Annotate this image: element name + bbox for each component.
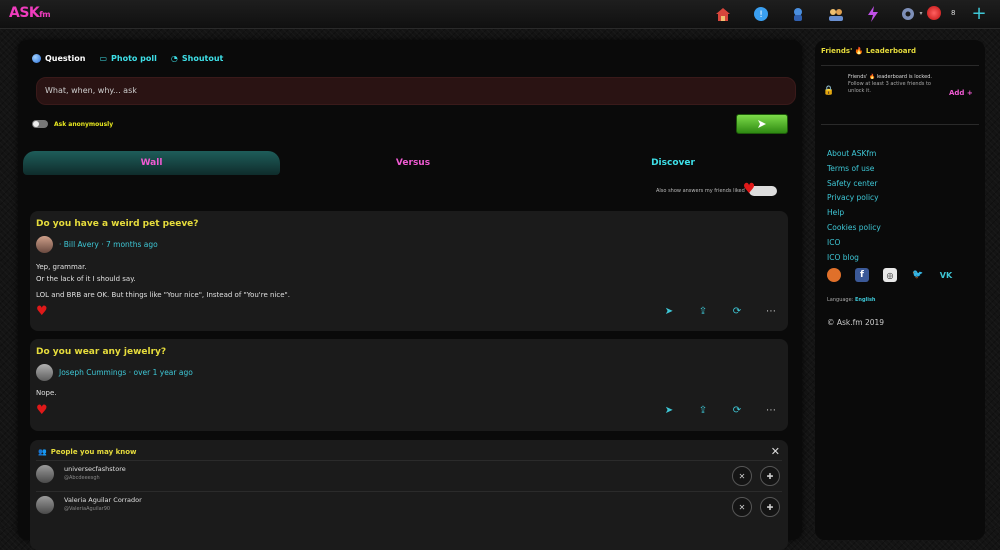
sidebar: Friends' 🔥 Leaderboard 🔒 Friends' 🔥 lead… [815,40,985,540]
tab-versus[interactable]: Versus [323,151,503,175]
top-bar: ASKfm ! ▾ 8 + [0,0,1000,29]
link-terms[interactable]: Terms of use [827,162,881,177]
avatar[interactable] [927,6,941,20]
link-ico[interactable]: ICO [827,236,881,251]
link-about[interactable]: About ASKfm [827,147,881,162]
send-icon [758,120,766,128]
dismiss-button[interactable]: ✕ [732,466,752,486]
link-ico-blog[interactable]: ICO blog [827,251,881,266]
link-help[interactable]: Help [827,206,881,221]
feed-tabs: Wall Versus Discover [23,151,793,175]
tab-wall[interactable]: Wall [23,151,280,175]
avatar[interactable] [36,236,53,253]
send-icon[interactable]: ➤ [662,403,676,417]
plus-icon[interactable]: + [970,5,988,23]
home-icon[interactable] [714,5,732,23]
answer-text: Yep, grammar. Or the lack of it I should… [36,263,290,299]
avatar[interactable] [36,364,53,381]
svg-text:!: ! [759,10,763,20]
divider [821,124,979,125]
share-icon[interactable]: ⇪ [696,403,710,417]
like-heart-icon[interactable]: ♥ [36,304,48,319]
shoutout-icon: ◔ [170,54,178,63]
language-row: Language: English [827,297,876,303]
main-column: Question ▭ Photo poll ◔ Shoutout What, w… [18,40,802,550]
follow-button[interactable]: ✚ [760,497,780,517]
heart-icon: ♥ [742,181,756,197]
list-item: universecfashstore @Abcdeeesgh ✕ ✚ [36,460,782,487]
notification-count: 8 [951,9,956,17]
facebook-icon[interactable]: f [855,268,869,282]
leaderboard-title: Friends' 🔥 Leaderboard [821,47,916,55]
answer-text: Nope. [36,389,57,397]
askfm-logo[interactable]: ASKfm [9,5,51,21]
footer-links: About ASKfm Terms of use Safety center P… [827,147,881,265]
question-icon [32,54,41,63]
twitter-icon[interactable]: 🐦 [911,268,925,282]
add-friends-button[interactable]: Add + [949,89,973,97]
language-selector[interactable]: English [855,297,876,303]
author-meta[interactable]: · Bill Avery · 7 months ago [59,240,158,249]
question-placeholder: What, when, why... ask [45,86,137,95]
anonymous-toggle[interactable] [32,120,48,128]
question-title[interactable]: Do you have a weird pet peeve? [36,219,199,229]
question-title[interactable]: Do you wear any jewelry? [36,347,166,357]
lightning-icon[interactable] [864,5,882,23]
copyright: © Ask.fm 2019 [827,318,885,327]
author-row: · Bill Avery · 7 months ago [36,236,158,253]
photo-poll-icon: ▭ [99,54,108,63]
liked-answers-toggle[interactable]: ♥ [743,181,777,197]
anonymous-label: Ask anonymously [54,120,114,128]
person-username: @Abcdeeesgh [64,475,100,481]
more-icon[interactable]: ⋯ [764,304,778,318]
close-icon[interactable]: ✕ [771,445,780,458]
avatar[interactable] [36,465,54,483]
askfm-social-icon[interactable] [827,268,841,282]
lock-icon: 🔒 [823,86,835,96]
instagram-icon[interactable]: ◎ [883,268,897,282]
social-links: f ◎ 🐦 VK [827,268,953,282]
link-privacy[interactable]: Privacy policy [827,191,881,206]
list-item: Valeria Aguilar Corrador @ValeriaAguilar… [36,491,782,518]
person-name[interactable]: Valeria Aguilar Corrador [64,496,142,504]
person-username: @ValeriaAguilar90 [64,506,111,512]
avatar[interactable] [36,496,54,514]
reask-icon[interactable]: ⟳ [730,304,744,318]
people-icon: 👥 [38,448,47,456]
post-actions: ➤ ⇪ ⟳ ⋯ [662,304,778,318]
friends-icon[interactable] [827,5,845,23]
person-name[interactable]: universecfashstore [64,465,126,473]
follow-button[interactable]: ✚ [760,466,780,486]
author-row: Joseph Cummings · over 1 year ago [36,364,193,381]
answer-card: Do you have a weird pet peeve? · Bill Av… [30,211,788,331]
question-input[interactable]: What, when, why... ask [36,77,796,105]
tab-shoutout[interactable]: ◔ Shoutout [171,54,223,63]
post-actions: ➤ ⇪ ⟳ ⋯ [662,403,778,417]
link-safety[interactable]: Safety center [827,177,881,192]
more-icon[interactable]: ⋯ [764,403,778,417]
reask-icon[interactable]: ⟳ [730,403,744,417]
share-icon[interactable]: ⇪ [696,304,710,318]
pymk-title: 👥 People you may know [38,448,137,456]
answer-card: Do you wear any jewelry? Joseph Cummings… [30,339,788,431]
people-you-may-know: 👥 People you may know ✕ universecfashsto… [30,440,788,550]
divider [821,65,979,66]
anonymous-row: Ask anonymously [32,120,113,128]
vk-icon[interactable]: VK [939,268,953,282]
answers-icon[interactable]: ! [752,5,770,23]
liked-answers-row: Also show answers my friends liked ♥ [656,181,777,197]
tab-discover[interactable]: Discover [583,151,763,175]
tab-photo-poll[interactable]: ▭ Photo poll [99,54,156,63]
send-icon[interactable]: ➤ [662,304,676,318]
send-button[interactable] [736,114,788,134]
tab-question[interactable]: Question [32,54,85,63]
author-meta[interactable]: Joseph Cummings · over 1 year ago [59,368,193,377]
leaderboard-message: Friends' 🔥 leaderboard is locked. Follow… [848,74,932,94]
link-cookies[interactable]: Cookies policy [827,221,881,236]
discover-icon[interactable] [789,5,807,23]
liked-answers-label: Also show answers my friends liked [656,188,745,194]
dismiss-button[interactable]: ✕ [732,497,752,517]
like-heart-icon[interactable]: ♥ [36,403,48,418]
compose-tabs: Question ▭ Photo poll ◔ Shoutout [32,54,223,63]
